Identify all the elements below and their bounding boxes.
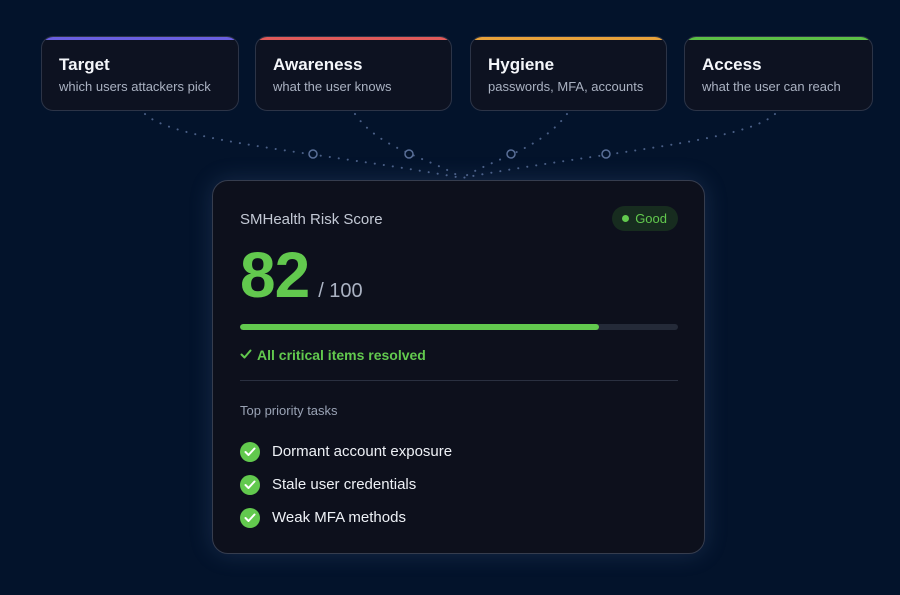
pillar-accent [471, 37, 666, 40]
pillar-accent [42, 37, 238, 40]
check-icon [240, 347, 252, 363]
pillar-card-target[interactable]: Target which users attackers pick [41, 36, 239, 111]
pillar-card-awareness[interactable]: Awareness what the user knows [255, 36, 452, 111]
pillar-subtitle: what the user knows [273, 79, 392, 94]
status-dot-icon [622, 215, 630, 222]
risk-score-card: SMHealth Risk Score Good 82 / 100 All cr… [212, 180, 705, 554]
score-row: 82 / 100 [240, 243, 363, 307]
task-label: Dormant account exposure [272, 443, 453, 460]
connector-node [308, 149, 318, 159]
task-label: Weak MFA methods [272, 509, 406, 526]
pillar-title: Access [702, 55, 762, 74]
section-label: Top priority tasks [240, 403, 338, 418]
pillar-card-access[interactable]: Access what the user can reach [684, 36, 873, 111]
divider [240, 380, 678, 381]
pillar-subtitle: which users attackers pick [59, 79, 211, 94]
pillar-accent [685, 37, 872, 40]
score-progress-bar [240, 324, 678, 330]
status-badge-label: Good [635, 211, 667, 226]
task-item[interactable]: Dormant account exposure [240, 435, 452, 468]
pillar-title: Hygiene [488, 55, 555, 74]
check-circle-icon [240, 474, 260, 495]
score-progress-fill [240, 324, 600, 330]
connector-target [144, 113, 463, 179]
score-max: / 100 [318, 280, 363, 302]
check-circle-icon [240, 441, 260, 462]
score-value: 82 [240, 239, 310, 311]
task-item[interactable]: Weak MFA methods [240, 501, 452, 534]
connector-node [601, 149, 611, 159]
resolved-status: All critical items resolved [240, 347, 426, 363]
connector-node [404, 149, 414, 159]
connector-awareness [354, 113, 463, 179]
pillar-card-hygiene[interactable]: Hygiene passwords, MFA, accounts [470, 36, 667, 111]
check-circle-icon [240, 507, 260, 528]
pillar-title: Target [59, 55, 110, 74]
priority-task-list: Dormant account exposure Stale user cred… [240, 435, 452, 534]
pillar-subtitle: what the user can reach [702, 79, 841, 94]
card-title: SMHealth Risk Score [240, 211, 383, 228]
resolved-text: All critical items resolved [257, 347, 426, 363]
status-badge: Good [612, 206, 678, 231]
pillar-accent [256, 37, 451, 40]
task-label: Stale user credentials [272, 476, 417, 493]
pillar-subtitle: passwords, MFA, accounts [488, 79, 644, 94]
task-item[interactable]: Stale user credentials [240, 468, 452, 501]
connector-node [506, 149, 516, 159]
connector-hygiene [461, 113, 568, 179]
connector-access [461, 113, 776, 179]
pillar-title: Awareness [273, 55, 363, 74]
